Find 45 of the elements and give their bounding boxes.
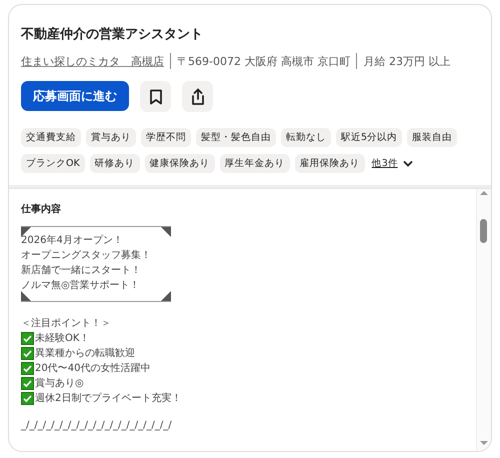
tag: 健康保険あり: [144, 154, 215, 173]
text-line: ノルマ無◎営業サポート！: [21, 278, 141, 293]
check-mark-icon: [21, 392, 34, 405]
decorative-separator: _/_/_/_/_/_/_/_/_/_/_/_/_/_/_/_/_/_/: [21, 419, 173, 433]
tag: 厚生年金あり: [220, 154, 290, 173]
corner-mark: [161, 291, 171, 301]
check-mark-icon: [21, 332, 34, 345]
tag: 服装自由: [407, 128, 458, 147]
corner-mark: [21, 291, 31, 301]
tag: ブランクOK: [21, 154, 85, 173]
check-mark-icon: [21, 362, 34, 375]
tag: 駅近5分以内: [336, 128, 402, 147]
tag: 研修あり: [90, 154, 140, 173]
share-icon: [190, 88, 206, 106]
corner-mark: [21, 227, 31, 237]
share-button[interactable]: [182, 81, 213, 112]
check-mark-icon: [21, 347, 34, 360]
bookmark-button[interactable]: [140, 81, 171, 112]
point-text: 週休2日制でプライベート充実！: [35, 392, 182, 406]
point-text: 20代〜40代の女性活躍中: [35, 362, 150, 376]
address: 〒569-0072 大阪府 高槻市 京口町: [177, 54, 350, 68]
chevron-down-icon: [402, 160, 413, 167]
text-line: 新店舗で一緒にスタート！: [21, 264, 142, 278]
tag: 転勤なし: [281, 128, 331, 147]
tag: 賞与あり: [86, 128, 136, 147]
job-title: 不動産仲介の営業アシスタント: [21, 26, 204, 43]
tag: 髪型・髪色自由: [196, 128, 276, 147]
text-line: オープニングスタッフ募集！: [21, 248, 152, 263]
point-text: 異業種からの転職歓迎: [35, 346, 135, 361]
text-line: 2026年4月オープン！: [21, 234, 124, 248]
company-link[interactable]: 住まい探しのミカタ 高槻店: [21, 54, 164, 68]
points-heading: ＜注目ポイント！＞: [21, 316, 112, 331]
salary: 月給 23万円 以上: [363, 54, 450, 68]
scrollbar[interactable]: [476, 189, 491, 451]
corner-mark: [161, 227, 171, 237]
more-tags-link[interactable]: 他3件: [370, 154, 415, 173]
tag: 交通費支給: [21, 128, 81, 147]
check-mark-icon: [21, 377, 34, 390]
tag: 雇用保険あり: [294, 154, 365, 173]
point-text: 賞与あり◎: [35, 376, 84, 391]
tag: 学歴不問: [141, 128, 191, 147]
point-text: 未経験OK！: [35, 332, 90, 346]
apply-button[interactable]: 応募画面に進む: [21, 81, 129, 111]
section-heading: 仕事内容: [21, 202, 62, 216]
bookmark-icon: [148, 88, 162, 104]
